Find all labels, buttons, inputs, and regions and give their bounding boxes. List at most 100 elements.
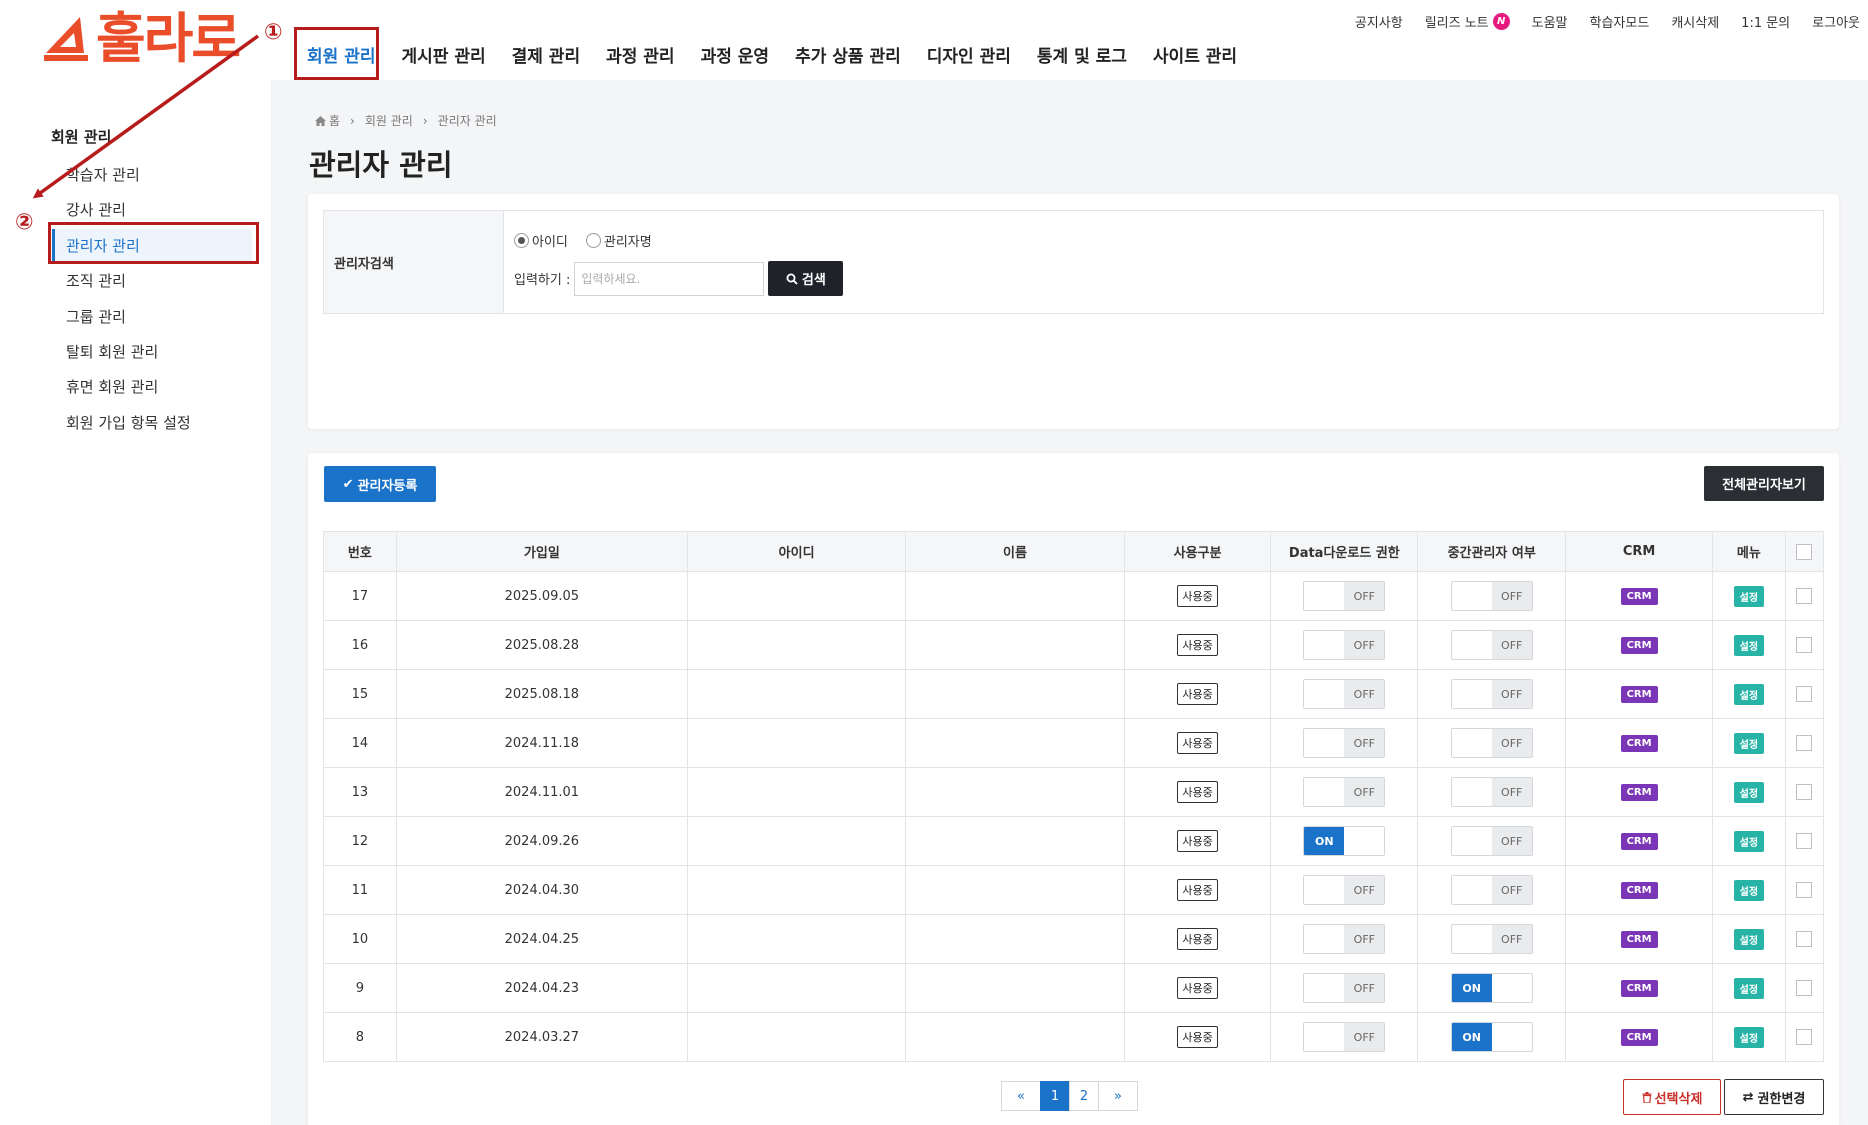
nav-stats-log[interactable]: 통계 및 로그 xyxy=(1024,26,1140,80)
menu-settings-button[interactable]: 설정 xyxy=(1733,683,1765,705)
sidebar-item-withdrawn[interactable]: 탈퇴 회원 관리 xyxy=(52,335,252,370)
row-id xyxy=(686,1012,907,1062)
data-download-toggle[interactable]: OFF xyxy=(1303,777,1386,807)
data-download-toggle[interactable]: OFF xyxy=(1303,875,1386,905)
data-download-toggle[interactable]: OFF xyxy=(1303,630,1386,660)
row-checkbox[interactable] xyxy=(1796,735,1813,751)
mid-admin-toggle[interactable]: OFF xyxy=(1450,924,1533,954)
nav-board-management[interactable]: 게시판 관리 xyxy=(388,26,498,80)
row-number: 16 xyxy=(323,620,397,670)
mid-admin-toggle[interactable]: OFF xyxy=(1450,728,1533,758)
breadcrumb-level1[interactable]: 회원 관리 xyxy=(365,112,413,129)
pagination-next[interactable]: » xyxy=(1098,1081,1138,1111)
menu-settings-button[interactable]: 설정 xyxy=(1733,928,1765,950)
row-checkbox[interactable] xyxy=(1796,1029,1813,1045)
menu-settings-button[interactable]: 설정 xyxy=(1733,585,1765,607)
select-all-checkbox[interactable] xyxy=(1796,543,1813,560)
logo[interactable]: 훌라로 xyxy=(40,8,241,70)
row-checkbox[interactable] xyxy=(1796,931,1813,947)
row-checkbox[interactable] xyxy=(1796,686,1813,702)
util-cache-delete[interactable]: 캐시삭제 xyxy=(1671,12,1719,31)
pagination-page-2[interactable]: 2 xyxy=(1069,1081,1099,1111)
mid-admin-toggle[interactable]: OFF xyxy=(1450,630,1533,660)
sidebar-item-learner[interactable]: 학습자 관리 xyxy=(52,158,252,193)
search-input[interactable] xyxy=(574,261,765,296)
crm-button[interactable]: CRM xyxy=(1620,930,1658,948)
util-release-note[interactable]: 릴리즈 노트 N xyxy=(1425,12,1510,31)
data-download-toggle[interactable]: OFF xyxy=(1303,581,1386,611)
nav-payment-management[interactable]: 결제 관리 xyxy=(499,26,593,80)
row-checkbox[interactable] xyxy=(1796,882,1813,898)
pagination-prev[interactable]: « xyxy=(1001,1081,1041,1111)
mid-admin-toggle[interactable]: OFF xyxy=(1450,826,1533,856)
crm-button[interactable]: CRM xyxy=(1620,636,1658,654)
mid-admin-toggle[interactable]: ON xyxy=(1450,973,1533,1003)
data-download-toggle[interactable]: OFF xyxy=(1303,973,1386,1003)
crm-button[interactable]: CRM xyxy=(1620,979,1658,997)
crm-button[interactable]: CRM xyxy=(1620,685,1658,703)
menu-settings-button[interactable]: 설정 xyxy=(1733,977,1765,999)
row-checkbox[interactable] xyxy=(1796,784,1813,800)
mid-admin-toggle-on: ON xyxy=(1451,1023,1492,1051)
menu-settings-button[interactable]: 설정 xyxy=(1733,732,1765,754)
nav-course-operation[interactable]: 과정 운영 xyxy=(688,26,782,80)
crm-button[interactable]: CRM xyxy=(1620,1028,1658,1046)
menu-settings-button[interactable]: 설정 xyxy=(1733,1026,1765,1048)
mid-admin-toggle[interactable]: OFF xyxy=(1450,875,1533,905)
radio-admin-name-circle[interactable] xyxy=(585,233,601,248)
change-permission-button[interactable]: ⇄ 권한변경 xyxy=(1724,1079,1824,1115)
menu-settings-button[interactable]: 설정 xyxy=(1733,781,1765,803)
mid-admin-toggle-off: OFF xyxy=(1491,631,1532,659)
view-all-admins-button[interactable]: 전체관리자보기 xyxy=(1704,466,1824,501)
register-admin-button[interactable]: ✔ 관리자등록 xyxy=(324,466,436,502)
row-checkbox[interactable] xyxy=(1796,637,1813,653)
crm-button[interactable]: CRM xyxy=(1620,734,1658,752)
crm-button[interactable]: CRM xyxy=(1620,881,1658,899)
menu-settings-button[interactable]: 설정 xyxy=(1733,634,1765,656)
nav-course-management[interactable]: 과정 관리 xyxy=(593,26,687,80)
col-menu: 메뉴 xyxy=(1711,531,1786,572)
crm-button[interactable]: CRM xyxy=(1620,587,1658,605)
pagination-page-1[interactable]: 1 xyxy=(1040,1081,1070,1111)
sidebar-item-signup-fields[interactable]: 회원 가입 항목 설정 xyxy=(52,406,252,441)
mid-admin-toggle[interactable]: OFF xyxy=(1450,777,1533,807)
crm-button[interactable]: CRM xyxy=(1620,832,1658,850)
radio-admin-name[interactable]: 관리자명 xyxy=(585,231,652,250)
data-download-toggle-off: OFF xyxy=(1344,631,1385,659)
row-checkbox[interactable] xyxy=(1796,588,1813,604)
util-learner-mode[interactable]: 학습자모드 xyxy=(1590,12,1650,31)
radio-id[interactable]: 아이디 xyxy=(514,231,568,250)
sidebar-item-group[interactable]: 그룹 관리 xyxy=(52,300,252,335)
nav-addon-management[interactable]: 추가 상품 관리 xyxy=(782,26,914,80)
mid-admin-toggle[interactable]: OFF xyxy=(1450,581,1533,611)
sidebar-item-organization[interactable]: 조직 관리 xyxy=(52,264,252,299)
col-number: 번호 xyxy=(323,531,397,572)
sidebar-item-dormant[interactable]: 휴면 회원 관리 xyxy=(52,370,252,405)
data-download-toggle[interactable]: OFF xyxy=(1303,728,1386,758)
radio-id-circle[interactable] xyxy=(514,233,529,248)
data-download-toggle[interactable]: OFF xyxy=(1303,679,1386,709)
row-join-date: 2024.04.30 xyxy=(395,865,688,915)
util-help[interactable]: 도움말 xyxy=(1532,12,1568,31)
mid-admin-toggle[interactable]: ON xyxy=(1450,1022,1533,1052)
crm-button[interactable]: CRM xyxy=(1620,783,1658,801)
nav-design-management[interactable]: 디자인 관리 xyxy=(914,26,1024,80)
row-join-date: 2024.04.23 xyxy=(395,963,688,1013)
data-download-toggle[interactable]: OFF xyxy=(1303,924,1386,954)
row-checkbox[interactable] xyxy=(1796,833,1813,849)
util-logout[interactable]: 로그아웃 xyxy=(1812,12,1860,31)
nav-site-management[interactable]: 사이트 관리 xyxy=(1140,26,1250,80)
row-checkbox[interactable] xyxy=(1796,980,1813,996)
breadcrumb-level2: 관리자 관리 xyxy=(437,114,497,128)
mid-admin-toggle-off: OFF xyxy=(1491,729,1532,757)
search-button[interactable]: 검색 xyxy=(768,261,844,296)
data-download-toggle[interactable]: ON xyxy=(1303,826,1386,856)
breadcrumb-home[interactable]: 홈 xyxy=(315,112,340,129)
delete-selected-button[interactable]: 선택삭제 xyxy=(1623,1079,1721,1115)
util-inquiry[interactable]: 1:1 문의 xyxy=(1741,12,1790,31)
data-download-toggle[interactable]: OFF xyxy=(1303,1022,1386,1052)
mid-admin-toggle[interactable]: OFF xyxy=(1450,679,1533,709)
menu-settings-button[interactable]: 설정 xyxy=(1733,830,1765,852)
util-notice[interactable]: 공지사항 xyxy=(1355,12,1403,31)
menu-settings-button[interactable]: 설정 xyxy=(1733,879,1765,901)
